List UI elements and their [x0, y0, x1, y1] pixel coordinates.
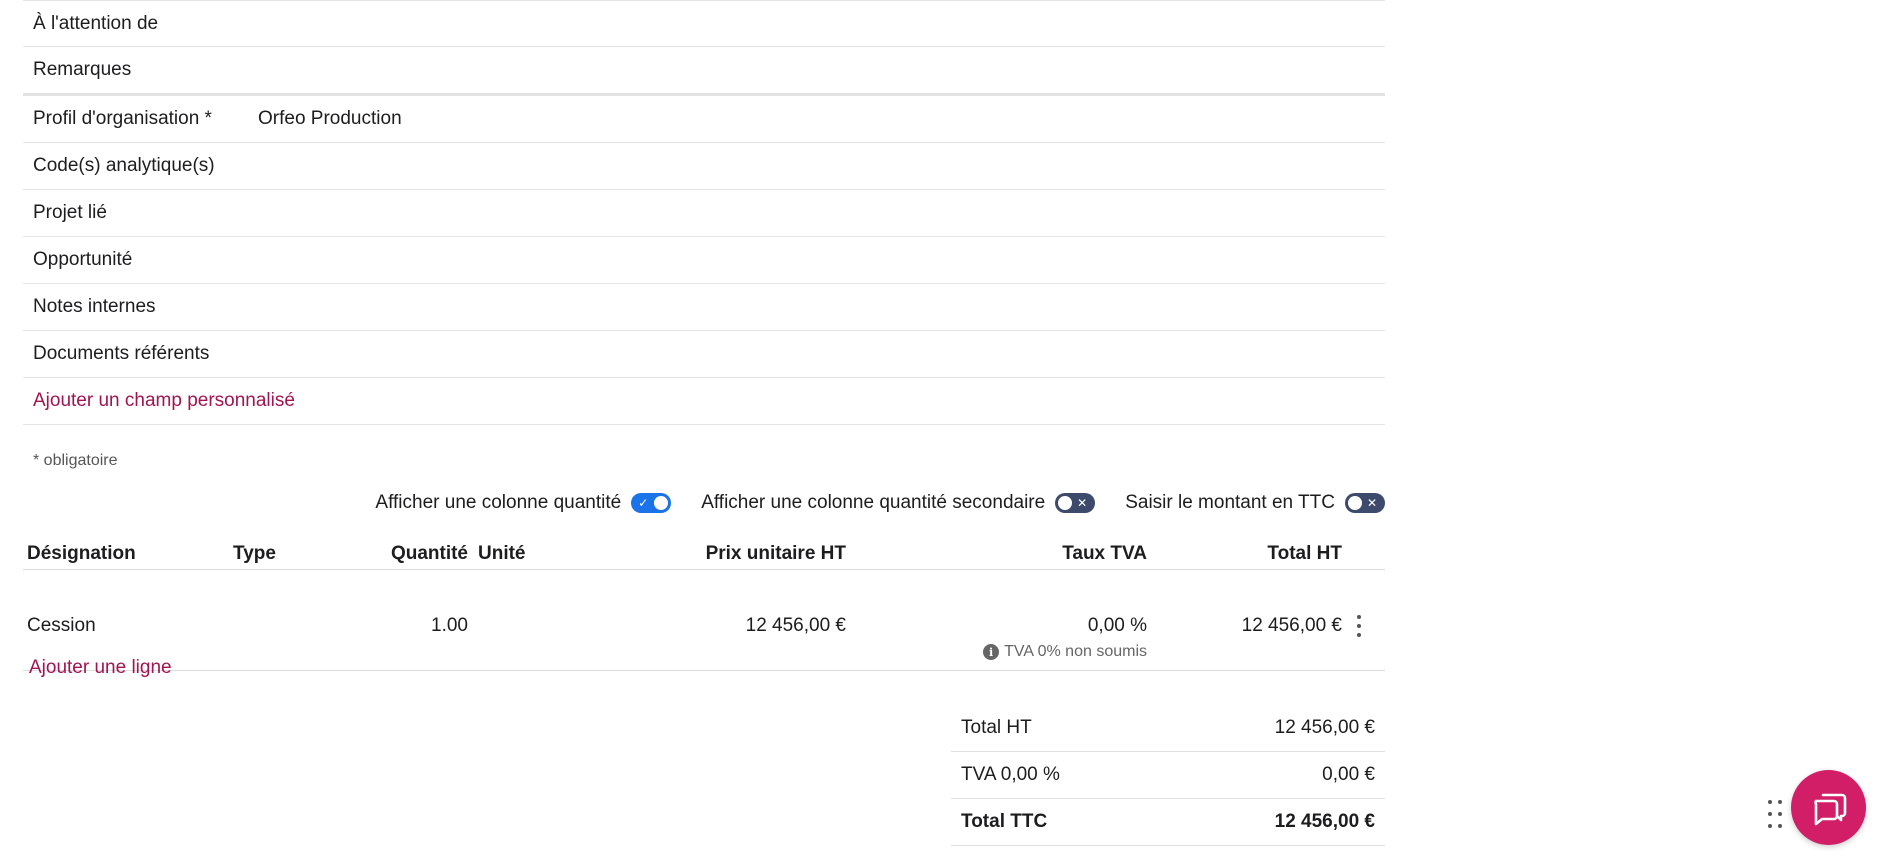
header-vat-rate: Taux TVA: [1062, 543, 1147, 564]
toggle-label: Saisir le montant en TTC: [1125, 492, 1335, 513]
toggle-ttc-amount: Saisir le montant en TTC ✕: [1125, 492, 1385, 514]
cell-total: 12 456,00 €: [1241, 615, 1342, 636]
field-label: Code(s) analytique(s): [33, 155, 215, 176]
field-internal-notes[interactable]: Notes internes: [23, 284, 1385, 331]
field-label: Notes internes: [33, 296, 156, 317]
total-value: 12 456,00 €: [1274, 811, 1375, 832]
more-vertical-icon[interactable]: [1353, 615, 1365, 637]
total-label: Total TTC: [961, 811, 1048, 832]
total-label: Total HT: [961, 717, 1032, 738]
header-unit: Unité: [478, 543, 526, 564]
header-designation: Désignation: [27, 543, 136, 564]
chat-button[interactable]: [1791, 770, 1866, 845]
add-custom-field-link[interactable]: Ajouter un champ personnalisé: [33, 390, 295, 412]
field-label: Remarques: [33, 59, 132, 80]
form-fields: À l'attention de Remarques Profil d'orga…: [23, 0, 1385, 425]
info-icon: i: [983, 644, 1000, 660]
close-icon: ✕: [1077, 496, 1088, 510]
switch-knob: [1348, 496, 1362, 510]
vat-note-text: TVA 0% non soumis: [1004, 643, 1147, 660]
required-note: * obligatoire: [33, 452, 118, 469]
field-label: Profil d'organisation *: [33, 108, 212, 129]
line-items-table: Désignation Type Quantité Unité Prix uni…: [23, 535, 1385, 671]
total-label: TVA 0,00 %: [961, 764, 1060, 785]
table-header: Désignation Type Quantité Unité Prix uni…: [23, 535, 1385, 570]
field-attention[interactable]: À l'attention de: [23, 0, 1385, 47]
header-total: Total HT: [1267, 543, 1342, 564]
quantity-column-switch[interactable]: ✓: [631, 493, 672, 513]
cell-unit-price[interactable]: 12 456,00 €: [746, 615, 846, 637]
field-label: Documents référents: [33, 343, 210, 364]
header-type: Type: [233, 543, 276, 564]
add-line-link[interactable]: Ajouter une ligne: [29, 657, 172, 679]
switch-knob: [1058, 496, 1073, 510]
cell-quantity[interactable]: 1.00: [431, 615, 468, 637]
field-label: À l'attention de: [33, 12, 159, 34]
total-ttc-row: Total TTC 12 456,00 €: [951, 799, 1385, 846]
check-icon: ✓: [638, 496, 649, 510]
toggle-secondary-quantity-column: Afficher une colonne quantité secondaire…: [701, 492, 1096, 514]
table-options: Afficher une colonne quantité ✓ Afficher…: [345, 492, 1385, 514]
close-icon: ✕: [1366, 496, 1377, 510]
switch-knob: [654, 496, 669, 510]
header-unit-price: Prix unitaire HT: [705, 543, 846, 564]
chat-icon: [1813, 793, 1846, 825]
toggle-quantity-column: Afficher une colonne quantité ✓: [375, 492, 672, 514]
header-quantity: Quantité: [390, 543, 468, 564]
field-analytic-codes[interactable]: Code(s) analytique(s): [23, 143, 1385, 190]
field-opportunity[interactable]: Opportunité: [23, 237, 1385, 284]
field-label: Projet lié: [33, 202, 107, 223]
toggle-label: Afficher une colonne quantité: [375, 492, 622, 513]
field-label: Opportunité: [33, 249, 133, 270]
drag-handle-icon[interactable]: [1768, 800, 1782, 828]
vat-row: TVA 0,00 % 0,00 €: [951, 752, 1385, 799]
vat-note: i TVA 0% non soumis: [983, 643, 1147, 661]
totals-summary: Total HT 12 456,00 € TVA 0,00 % 0,00 € T…: [951, 705, 1385, 846]
field-value[interactable]: Orfeo Production: [258, 108, 402, 130]
total-ht-row: Total HT 12 456,00 €: [951, 705, 1385, 752]
field-organisation-profile[interactable]: Profil d'organisation * Orfeo Production: [23, 96, 1385, 143]
total-value: 12 456,00 €: [1274, 717, 1375, 738]
ttc-amount-switch[interactable]: ✕: [1345, 493, 1385, 513]
secondary-quantity-switch[interactable]: ✕: [1055, 493, 1096, 513]
field-linked-project[interactable]: Projet lié: [23, 190, 1385, 237]
table-row[interactable]: Cession 1.00 12 456,00 € 0,00 % 12 456,0…: [23, 570, 1385, 671]
cell-designation[interactable]: Cession: [27, 615, 96, 637]
field-remarques[interactable]: Remarques: [23, 47, 1385, 96]
add-custom-field-row: Ajouter un champ personnalisé: [23, 378, 1385, 425]
total-value: 0,00 €: [1322, 764, 1375, 785]
toggle-label: Afficher une colonne quantité secondaire: [701, 492, 1046, 513]
cell-vat-rate[interactable]: 0,00 %: [1088, 615, 1147, 637]
field-reference-documents[interactable]: Documents référents: [23, 331, 1385, 378]
